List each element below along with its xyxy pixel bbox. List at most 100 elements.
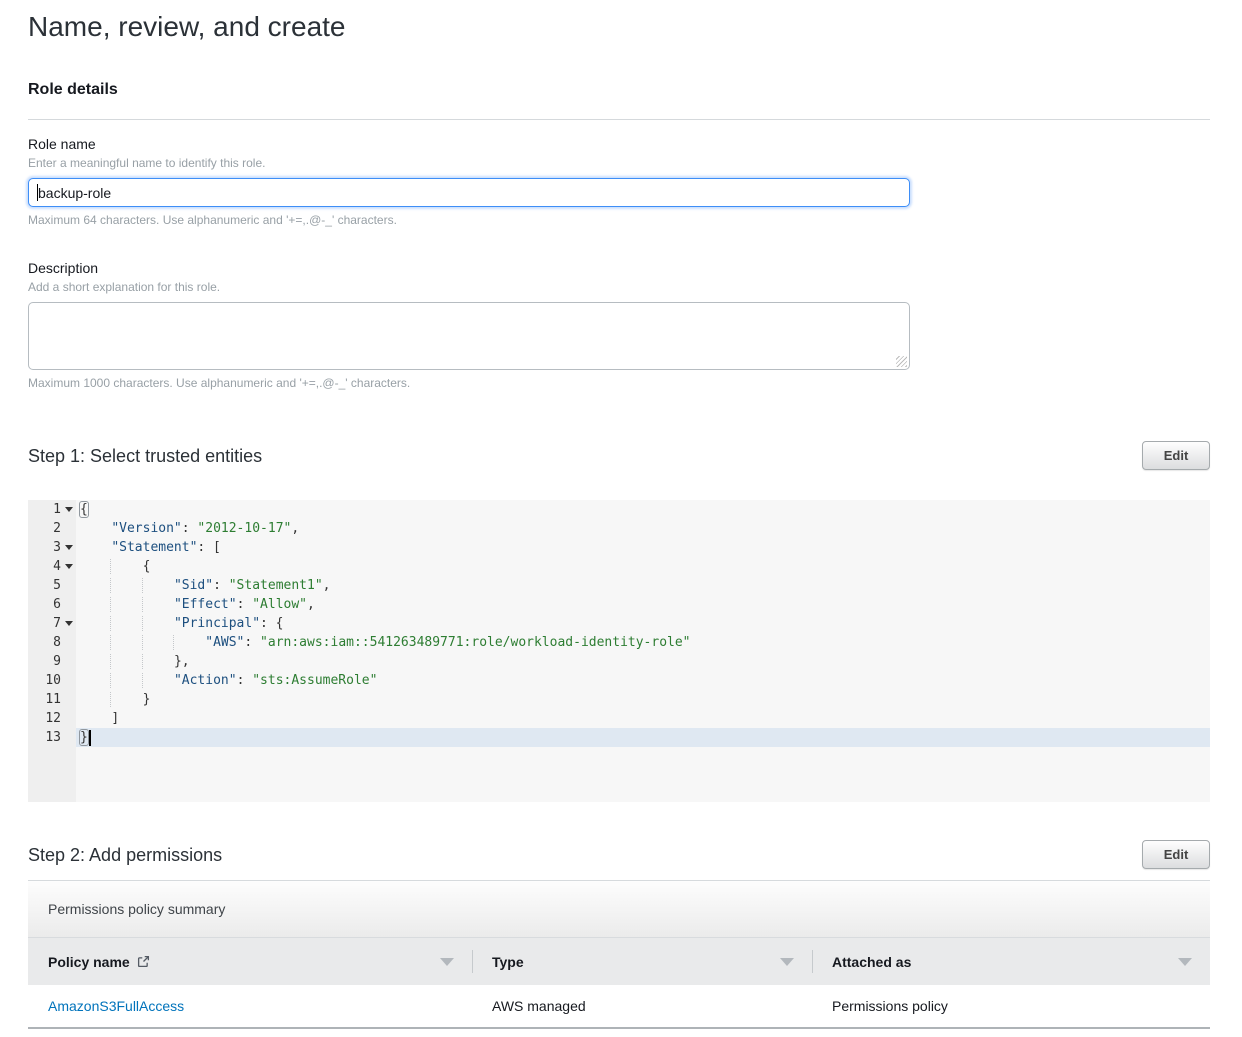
line-number: 7 xyxy=(53,614,61,633)
gutter-line: 13 xyxy=(28,728,76,747)
code-token xyxy=(80,521,111,536)
description-constraint: Maximum 1000 characters. Use alphanumeri… xyxy=(28,376,1210,391)
permissions-panel-title: Permissions policy summary xyxy=(48,901,225,917)
role-name-constraint: Maximum 64 characters. Use alphanumeric … xyxy=(28,213,1210,228)
role-name-help: Enter a meaningful name to identify this… xyxy=(28,156,1210,171)
fold-toggle-icon[interactable] xyxy=(61,538,76,557)
fold-slot xyxy=(61,728,76,747)
gutter-line: 10 xyxy=(28,671,76,690)
cell-attached-as: Permissions policy xyxy=(812,998,1210,1014)
code-token: "Effect" xyxy=(174,597,237,612)
code-token: "Action" xyxy=(174,673,237,688)
code-token: "Principal" xyxy=(174,616,260,631)
code-line-8: "AWS": "arn:aws:iam::541263489771:role/w… xyxy=(76,633,1210,652)
code-token xyxy=(142,673,174,688)
fold-slot xyxy=(61,709,76,728)
code-token: ] xyxy=(111,711,119,726)
code-token: "AWS" xyxy=(205,635,244,650)
code-token: "Version" xyxy=(111,521,181,536)
gutter-line: 12 xyxy=(28,709,76,728)
filter-triangle-icon[interactable] xyxy=(440,958,454,966)
description-textarea[interactable] xyxy=(28,302,910,370)
fold-toggle-icon[interactable] xyxy=(61,500,76,519)
line-number: 5 xyxy=(53,576,61,595)
code-token: "Statement" xyxy=(111,540,197,555)
code-token xyxy=(80,711,111,726)
code-token xyxy=(80,635,111,650)
code-token: : xyxy=(182,521,198,536)
code-line-9: }, xyxy=(76,652,1210,671)
policy-table-header: Policy name Type Attached as xyxy=(28,938,1210,985)
column-header-attached-as[interactable]: Attached as xyxy=(812,938,1210,985)
fold-slot xyxy=(61,633,76,652)
description-label: Description xyxy=(28,260,1210,277)
code-token xyxy=(110,635,142,650)
chevron-down-icon xyxy=(65,545,73,550)
fold-slot xyxy=(61,576,76,595)
fold-slot xyxy=(61,519,76,538)
resize-grip-icon[interactable] xyxy=(896,356,907,367)
code-token xyxy=(142,635,174,650)
code-token: "Statement1" xyxy=(229,578,323,593)
code-token xyxy=(80,559,111,574)
column-header-label: Type xyxy=(492,954,524,970)
cell-type: AWS managed xyxy=(472,998,812,1014)
policy-name-link[interactable]: AmazonS3FullAccess xyxy=(48,998,184,1014)
description-textarea-wrap xyxy=(28,302,910,370)
code-line-10: "Action": "sts:AssumeRole" xyxy=(76,671,1210,690)
column-header-policy-name[interactable]: Policy name xyxy=(28,938,472,985)
cell-policy-name: AmazonS3FullAccess xyxy=(28,998,472,1014)
role-name-input[interactable] xyxy=(28,178,910,207)
gutter-line: 8 xyxy=(28,633,76,652)
column-header-text: Attached as xyxy=(832,954,911,970)
line-number: 9 xyxy=(53,652,61,671)
code-token xyxy=(110,559,142,574)
gutter-line: 3 xyxy=(28,538,76,557)
gutter-line: 7 xyxy=(28,614,76,633)
step2-edit-button[interactable]: Edit xyxy=(1142,840,1210,869)
line-number: 11 xyxy=(45,690,61,709)
column-header-text: Type xyxy=(492,954,524,970)
line-number: 13 xyxy=(45,728,61,747)
code-token: "sts:AssumeRole" xyxy=(252,673,377,688)
permissions-panel-header: Permissions policy summary xyxy=(28,881,1210,938)
line-number: 8 xyxy=(53,633,61,652)
line-number: 6 xyxy=(53,595,61,614)
page-content: Name, review, and create Role details Ro… xyxy=(28,0,1210,1029)
code-token: "arn:aws:iam::541263489771:role/workload… xyxy=(260,635,690,650)
code-token: , xyxy=(323,578,331,593)
code-token xyxy=(110,654,142,669)
code-token xyxy=(110,692,142,707)
code-token xyxy=(110,578,142,593)
code-token xyxy=(80,692,111,707)
code-token xyxy=(142,578,174,593)
text-cursor xyxy=(37,184,38,201)
role-name-label: Role name xyxy=(28,136,1210,153)
page-title: Name, review, and create xyxy=(28,10,1210,44)
filter-triangle-icon[interactable] xyxy=(780,958,794,966)
line-number: 3 xyxy=(53,538,61,557)
code-token: } xyxy=(80,730,88,745)
code-line-2: "Version": "2012-10-17", xyxy=(76,519,1210,538)
fold-slot xyxy=(61,595,76,614)
code-token: "Sid" xyxy=(174,578,213,593)
code-token xyxy=(142,654,174,669)
editor-gutter: 12345678910111213 xyxy=(28,500,76,802)
editor-cursor xyxy=(89,730,91,746)
code-token: : xyxy=(213,578,229,593)
chevron-down-icon xyxy=(65,507,73,512)
fold-toggle-icon[interactable] xyxy=(61,614,76,633)
filter-triangle-icon[interactable] xyxy=(1178,958,1192,966)
code-token: : xyxy=(237,597,253,612)
policy-editor[interactable]: 12345678910111213 { "Version": "2012-10-… xyxy=(28,500,1210,802)
code-line-12: ] xyxy=(76,709,1210,728)
section-divider xyxy=(28,119,1210,120)
fold-slot xyxy=(61,652,76,671)
fold-toggle-icon[interactable] xyxy=(61,557,76,576)
role-details-heading: Role details xyxy=(28,80,1210,99)
step1-heading: Step 1: Select trusted entities xyxy=(28,445,262,467)
step1-header-row: Step 1: Select trusted entities Edit xyxy=(28,441,1210,470)
column-header-type[interactable]: Type xyxy=(472,938,812,985)
permissions-panel: Permissions policy summary Policy name Ty… xyxy=(28,880,1210,1029)
step1-edit-button[interactable]: Edit xyxy=(1142,441,1210,470)
